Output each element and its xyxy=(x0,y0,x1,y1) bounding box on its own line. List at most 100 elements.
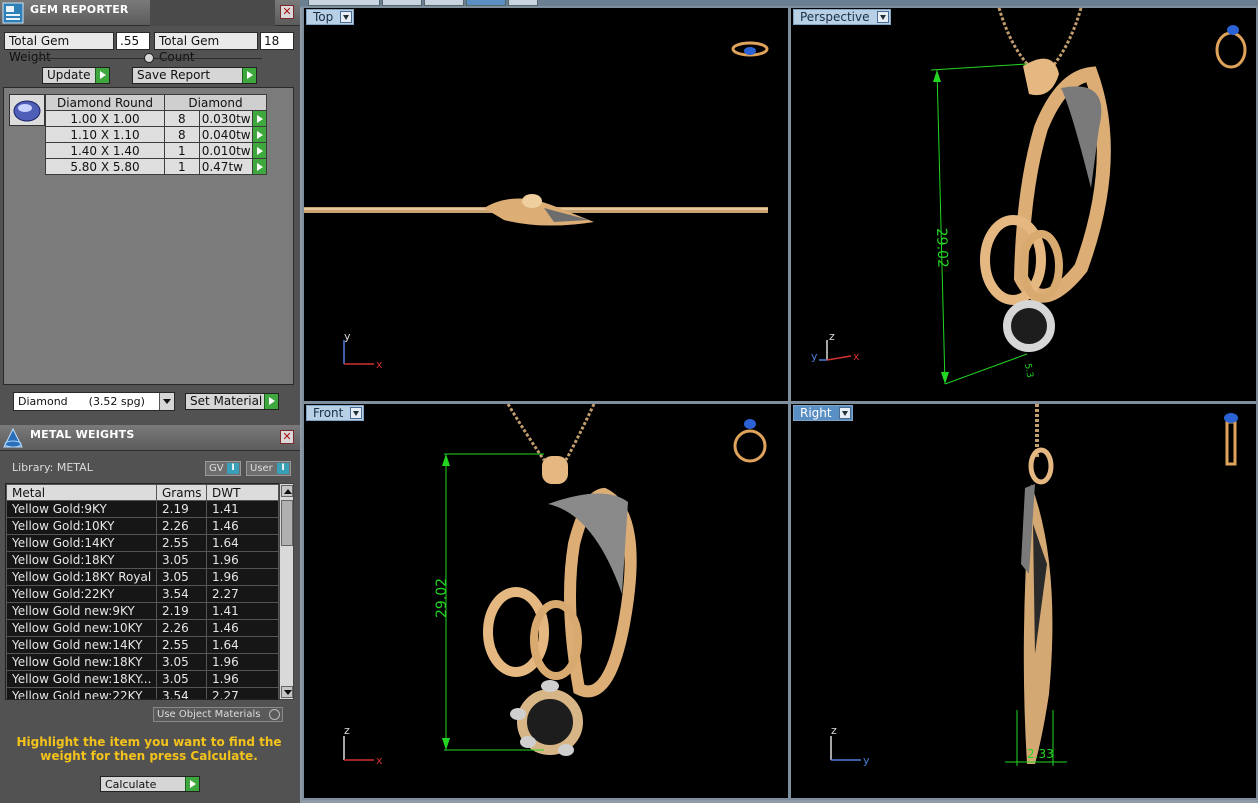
splitter-handle[interactable] xyxy=(38,53,262,63)
metal-grams: 2.55 xyxy=(156,534,207,552)
go-arrow-icon[interactable] xyxy=(251,110,268,127)
viewport-perspective-label[interactable]: Perspective xyxy=(793,9,891,25)
metal-dwt: 1.96 xyxy=(206,551,279,569)
left-panel: GEM REPORTER ✕ Total Gem Weight .55 Tota… xyxy=(0,0,300,803)
total-gem-count-value[interactable]: 18 xyxy=(260,32,294,50)
col-metal[interactable]: Metal xyxy=(6,484,157,501)
gem-reporter-close-button[interactable]: ✕ xyxy=(280,5,294,19)
chevron-down-icon[interactable] xyxy=(340,11,353,23)
col-dwt[interactable]: DWT xyxy=(206,484,279,501)
ring-preview-icon xyxy=(1224,413,1238,466)
scroll-thumb[interactable] xyxy=(281,500,293,546)
axis-gizmo: z x xyxy=(343,724,383,767)
go-arrow-icon xyxy=(95,68,109,83)
metal-row[interactable]: Yellow Gold new:14KY 2.55 1.64 xyxy=(6,636,279,654)
go-arrow-icon xyxy=(242,68,256,83)
viewport-top[interactable]: Top y x xyxy=(302,6,790,403)
round-diamond-thumbnail[interactable] xyxy=(9,94,45,126)
metal-weights-icon xyxy=(3,427,23,448)
metal-name: Yellow Gold new:9KY xyxy=(6,602,157,620)
set-material-button[interactable]: Set Material xyxy=(185,393,279,410)
axis-label-b: x xyxy=(376,358,383,370)
save-report-button[interactable]: Save Report xyxy=(132,67,257,84)
header-fill xyxy=(150,0,275,26)
gem-row[interactable]: 1.10 X 1.10 8 0.040tw xyxy=(45,126,268,143)
go-arrow-icon[interactable] xyxy=(251,126,268,143)
update-button[interactable]: Update xyxy=(42,67,110,84)
update-button-label: Update xyxy=(47,68,91,82)
metal-row[interactable]: Yellow Gold:9KY 2.19 1.41 xyxy=(6,500,279,518)
viewport-front-label[interactable]: Front xyxy=(306,405,365,421)
chevron-down-icon[interactable] xyxy=(350,407,363,419)
splitter-knob-icon[interactable] xyxy=(144,53,154,63)
viewport-right-label[interactable]: Right xyxy=(793,405,853,421)
gem-row[interactable]: 1.40 X 1.40 1 0.010tw xyxy=(45,142,268,159)
metal-row[interactable]: Yellow Gold:14KY 2.55 1.64 xyxy=(6,534,279,552)
chevron-down-icon[interactable] xyxy=(876,11,889,23)
user-toggle[interactable]: User I xyxy=(246,461,291,476)
metal-row[interactable]: Yellow Gold:18KY 3.05 1.96 xyxy=(6,551,279,569)
metal-name: Yellow Gold:14KY xyxy=(6,534,157,552)
viewport-right[interactable]: 2.33 Right z y xyxy=(789,402,1258,800)
metal-name: Yellow Gold:22KY xyxy=(6,585,157,603)
gem-size: 1.40 X 1.40 xyxy=(45,142,165,159)
calculate-button-label: Calculate xyxy=(105,778,157,791)
use-object-materials-checkbox[interactable]: Use Object Materials xyxy=(153,707,283,722)
depth-dimension-label: 2.33 xyxy=(1027,747,1054,761)
chevron-down-icon[interactable] xyxy=(838,407,851,419)
axis-gizmo: y x xyxy=(343,330,383,370)
metal-row[interactable]: Yellow Gold new:22KY 3.54 2.27 xyxy=(6,687,279,699)
col-diamond-round: Diamond Round xyxy=(45,94,165,111)
calculate-button[interactable]: Calculate xyxy=(100,776,200,792)
axis-label-b: y xyxy=(863,754,870,767)
metal-grams: 2.26 xyxy=(156,517,207,535)
total-gem-weight-value[interactable]: .55 xyxy=(116,32,150,50)
metal-row[interactable]: Yellow Gold:22KY 3.54 2.27 xyxy=(6,585,279,603)
metal-row[interactable]: Yellow Gold new:18KY... 3.05 1.96 xyxy=(6,670,279,688)
metal-row[interactable]: Yellow Gold new:9KY 2.19 1.41 xyxy=(6,602,279,620)
metal-dwt: 1.64 xyxy=(206,636,279,654)
scroll-up-icon[interactable] xyxy=(281,485,293,497)
metal-grams: 3.05 xyxy=(156,670,207,688)
metal-weights-table-container[interactable]: Metal Grams DWT Yellow Gold:9KY 2.19 1.41 … xyxy=(5,483,294,700)
metal-name: Yellow Gold:9KY xyxy=(6,500,157,518)
go-arrow-icon[interactable] xyxy=(251,142,268,159)
gem-size: 5.80 X 5.80 xyxy=(45,158,165,175)
metal-row[interactable]: Yellow Gold new:18KY 3.05 1.96 xyxy=(6,653,279,671)
gem-row[interactable]: 5.80 X 5.80 1 0.47tw xyxy=(45,158,268,175)
gv-toggle[interactable]: GV I xyxy=(205,461,241,476)
total-gem-count-label: Total Gem Count xyxy=(154,32,258,64)
calculate-hint: Highlight the item you want to find the … xyxy=(16,735,282,763)
metal-row[interactable]: Yellow Gold:18KY Royal 3.05 1.96 xyxy=(6,568,279,586)
height-dimension-label: 29.02 xyxy=(434,578,450,618)
go-arrow-icon xyxy=(264,394,278,409)
metal-name: Yellow Gold:10KY xyxy=(6,517,157,535)
chevron-down-icon[interactable] xyxy=(159,393,174,410)
metal-weights-title: METAL WEIGHTS xyxy=(30,428,135,441)
metal-dwt: 1.96 xyxy=(206,670,279,688)
total-gem-weight-label: Total Gem Weight xyxy=(4,32,114,64)
metal-grams: 3.05 xyxy=(156,653,207,671)
gem-row[interactable]: 1.00 X 1.00 8 0.030tw xyxy=(45,110,268,127)
metal-row[interactable]: Yellow Gold:10KY 2.26 1.46 xyxy=(6,517,279,535)
save-report-button-label: Save Report xyxy=(137,68,211,82)
metal-weights-close-button[interactable]: ✕ xyxy=(280,430,294,444)
metal-row[interactable]: Yellow Gold new:10KY 2.26 1.46 xyxy=(6,619,279,637)
col-grams[interactable]: Grams xyxy=(156,484,207,501)
viewport-top-label[interactable]: Top xyxy=(306,9,355,25)
metal-table-header: Metal Grams DWT xyxy=(6,484,279,501)
metal-dwt: 2.27 xyxy=(206,585,279,603)
material-select[interactable]: Diamond (3.52 spg) xyxy=(13,392,175,411)
gem-reporter-title: GEM REPORTER xyxy=(30,3,129,16)
viewport-front[interactable]: 29.02 Front z x xyxy=(302,402,790,800)
metal-dwt: 2.27 xyxy=(206,687,279,699)
viewport-perspective[interactable]: 29.02 5.3 Perspective z y x xyxy=(789,6,1258,403)
metal-dwt: 1.96 xyxy=(206,568,279,586)
scroll-down-icon[interactable] xyxy=(281,686,293,698)
metal-grams: 3.05 xyxy=(156,568,207,586)
axis-gizmo: z y x xyxy=(811,330,860,363)
small-dimension-label: 5.3 xyxy=(1022,363,1034,379)
metal-table-scrollbar[interactable] xyxy=(279,483,294,700)
gem-count: 8 xyxy=(164,126,200,143)
go-arrow-icon[interactable] xyxy=(251,158,268,175)
